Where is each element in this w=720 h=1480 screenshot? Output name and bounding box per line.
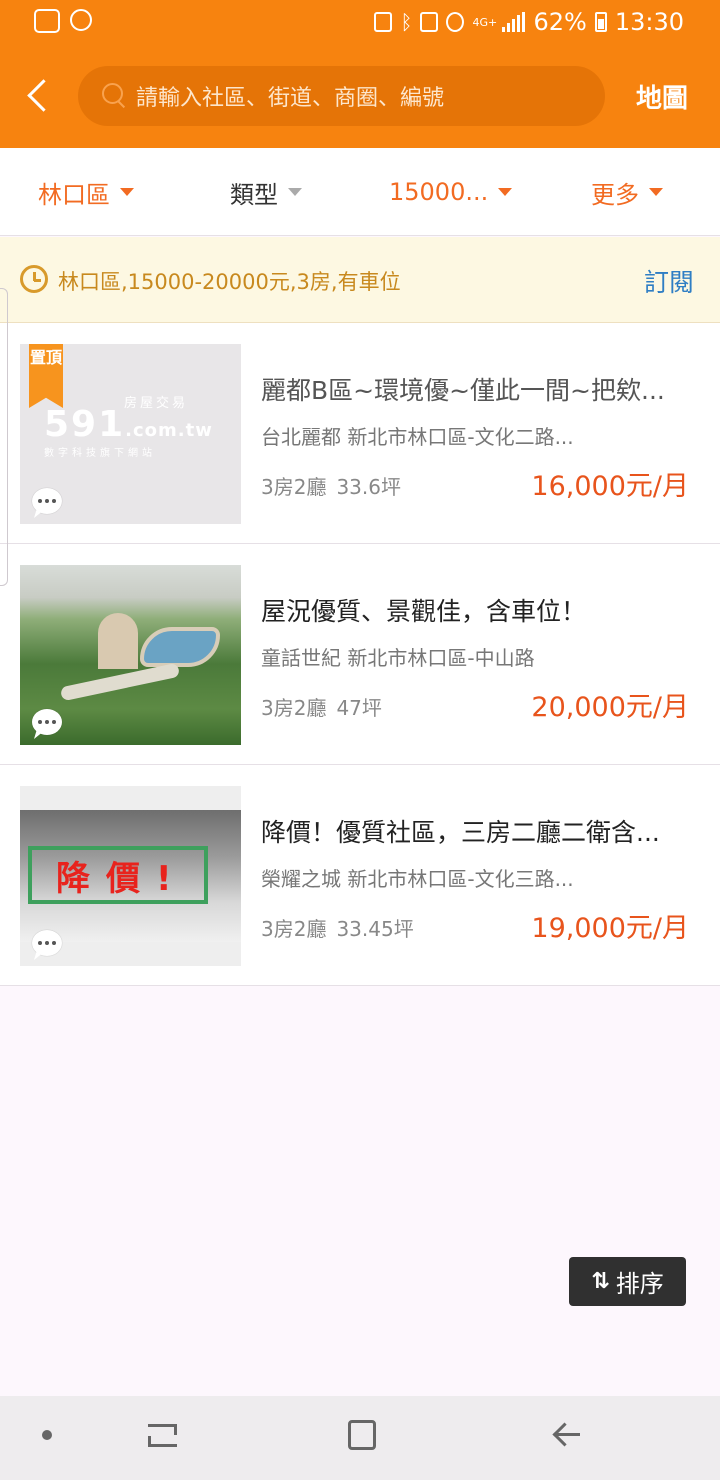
price-drop-label: 降價! bbox=[56, 859, 188, 899]
listing-thumbnail: 降價! bbox=[20, 786, 241, 966]
status-bar: ᛒ 4G+ 62% 13:30 bbox=[0, 0, 720, 44]
listing-rooms: 3房2廳 bbox=[261, 475, 327, 499]
app-header: 請輸入社區、街道、商圈、編號 地圖 bbox=[0, 44, 720, 148]
sort-label: 排序 bbox=[615, 1270, 664, 1298]
listing-specs: 3房2廳 33.6坪 bbox=[261, 471, 401, 500]
sort-arrows-icon: ⇅ bbox=[591, 1269, 610, 1294]
bluetooth-icon: ᛒ bbox=[400, 10, 413, 34]
recycle-icon bbox=[374, 12, 393, 32]
recent-apps-icon[interactable] bbox=[146, 1420, 177, 1450]
filter-more[interactable]: 更多 bbox=[591, 148, 663, 236]
search-input[interactable]: 請輸入社區、街道、商圈、編號 bbox=[78, 66, 605, 126]
alarm-icon bbox=[446, 12, 465, 32]
listing-card[interactable]: 屋況優質、景觀佳，含車位！ 童話世紀 新北市林口區-中山路 3房2廳 47坪 20… bbox=[0, 544, 720, 765]
listing-address: 童話世紀 新北市林口區-中山路 bbox=[261, 646, 535, 670]
home-icon[interactable] bbox=[348, 1420, 376, 1450]
listing-specs: 3房2廳 33.45坪 bbox=[261, 913, 414, 942]
filter-price-label: 15000... bbox=[389, 178, 489, 206]
pinned-badge: 置頂 bbox=[29, 344, 63, 408]
clock: 13:30 bbox=[614, 8, 684, 36]
listing-area: 33.45坪 bbox=[336, 917, 414, 941]
listing-thumbnail: 置頂 591.com.tw 房屋交易 數字科技旗下網站 bbox=[20, 344, 241, 524]
listing-address: 榮耀之城 新北市林口區-文化三路... bbox=[261, 867, 574, 891]
listing-area: 47坪 bbox=[336, 696, 382, 720]
sort-button[interactable]: ⇅ 排序 bbox=[569, 1257, 686, 1306]
edge-panel-handle[interactable] bbox=[0, 288, 8, 586]
filter-district[interactable]: 林口區 bbox=[38, 148, 134, 236]
filter-type-label: 類型 bbox=[230, 180, 278, 209]
listing-rooms: 3房2廳 bbox=[261, 917, 327, 941]
battery-icon bbox=[594, 12, 607, 32]
filter-district-label: 林口區 bbox=[38, 180, 110, 209]
filter-bar: 林口區 類型 15000... 更多 bbox=[0, 148, 720, 236]
back-arrow-icon[interactable] bbox=[22, 78, 52, 114]
caret-down-icon bbox=[288, 188, 302, 196]
nfc-icon bbox=[420, 12, 439, 32]
app-notification-icon bbox=[34, 9, 60, 33]
listing-rooms: 3房2廳 bbox=[261, 696, 327, 720]
chat-bubble-icon bbox=[32, 709, 62, 735]
listing-price: 20,000元/月 bbox=[531, 692, 689, 723]
caret-down-icon bbox=[498, 188, 513, 196]
system-nav-bar bbox=[0, 1396, 720, 1480]
listing-title: 屋況優質、景觀佳，含車位！ bbox=[261, 597, 587, 626]
app-notification-icon bbox=[70, 9, 92, 31]
listing-title: 麗都B區~環境優~僅此一間~把欸... bbox=[261, 376, 665, 405]
battery-percent: 62% bbox=[533, 8, 587, 36]
search-history-bar: 林口區,15000-20000元,3房,有車位 訂閱 bbox=[0, 237, 720, 323]
listing-card[interactable]: 置頂 591.com.tw 房屋交易 數字科技旗下網站 麗都B區~環境優~僅此一… bbox=[0, 323, 720, 544]
filter-type[interactable]: 類型 bbox=[230, 148, 302, 236]
listing-title: 降價！優質社區，三房二廳二衛含... bbox=[261, 818, 660, 847]
map-button[interactable]: 地圖 bbox=[636, 78, 688, 115]
listing-thumbnail bbox=[20, 565, 241, 745]
signal-icon bbox=[502, 12, 526, 32]
clock-icon bbox=[20, 265, 48, 293]
filter-price[interactable]: 15000... bbox=[389, 148, 513, 236]
caret-down-icon bbox=[120, 188, 134, 196]
search-criteria[interactable]: 林口區,15000-20000元,3房,有車位 bbox=[58, 266, 401, 296]
listing-price: 16,000元/月 bbox=[531, 471, 689, 502]
network-type: 4G+ bbox=[472, 15, 498, 29]
chat-bubble-icon bbox=[32, 488, 62, 514]
search-icon bbox=[102, 83, 128, 109]
listing-price: 19,000元/月 bbox=[531, 913, 689, 944]
filter-more-label: 更多 bbox=[591, 180, 639, 209]
placeholder-tagline: 房屋交易 bbox=[124, 396, 189, 411]
listing-area: 33.6坪 bbox=[336, 475, 401, 499]
listing-specs: 3房2廳 47坪 bbox=[261, 692, 382, 721]
listing-card[interactable]: 降價! 降價！優質社區，三房二廳二衛含... 榮耀之城 新北市林口區-文化三路.… bbox=[0, 765, 720, 986]
search-placeholder: 請輸入社區、街道、商圈、編號 bbox=[136, 86, 445, 111]
subscribe-button[interactable]: 訂閱 bbox=[644, 263, 694, 299]
nav-dot-icon[interactable] bbox=[42, 1430, 52, 1440]
listing-address: 台北麗都 新北市林口區-文化二路... bbox=[261, 425, 574, 449]
caret-down-icon bbox=[649, 188, 663, 196]
placeholder-subtitle: 數字科技旗下網站 bbox=[44, 448, 156, 459]
chat-bubble-icon bbox=[32, 930, 62, 956]
back-icon[interactable] bbox=[552, 1420, 582, 1450]
